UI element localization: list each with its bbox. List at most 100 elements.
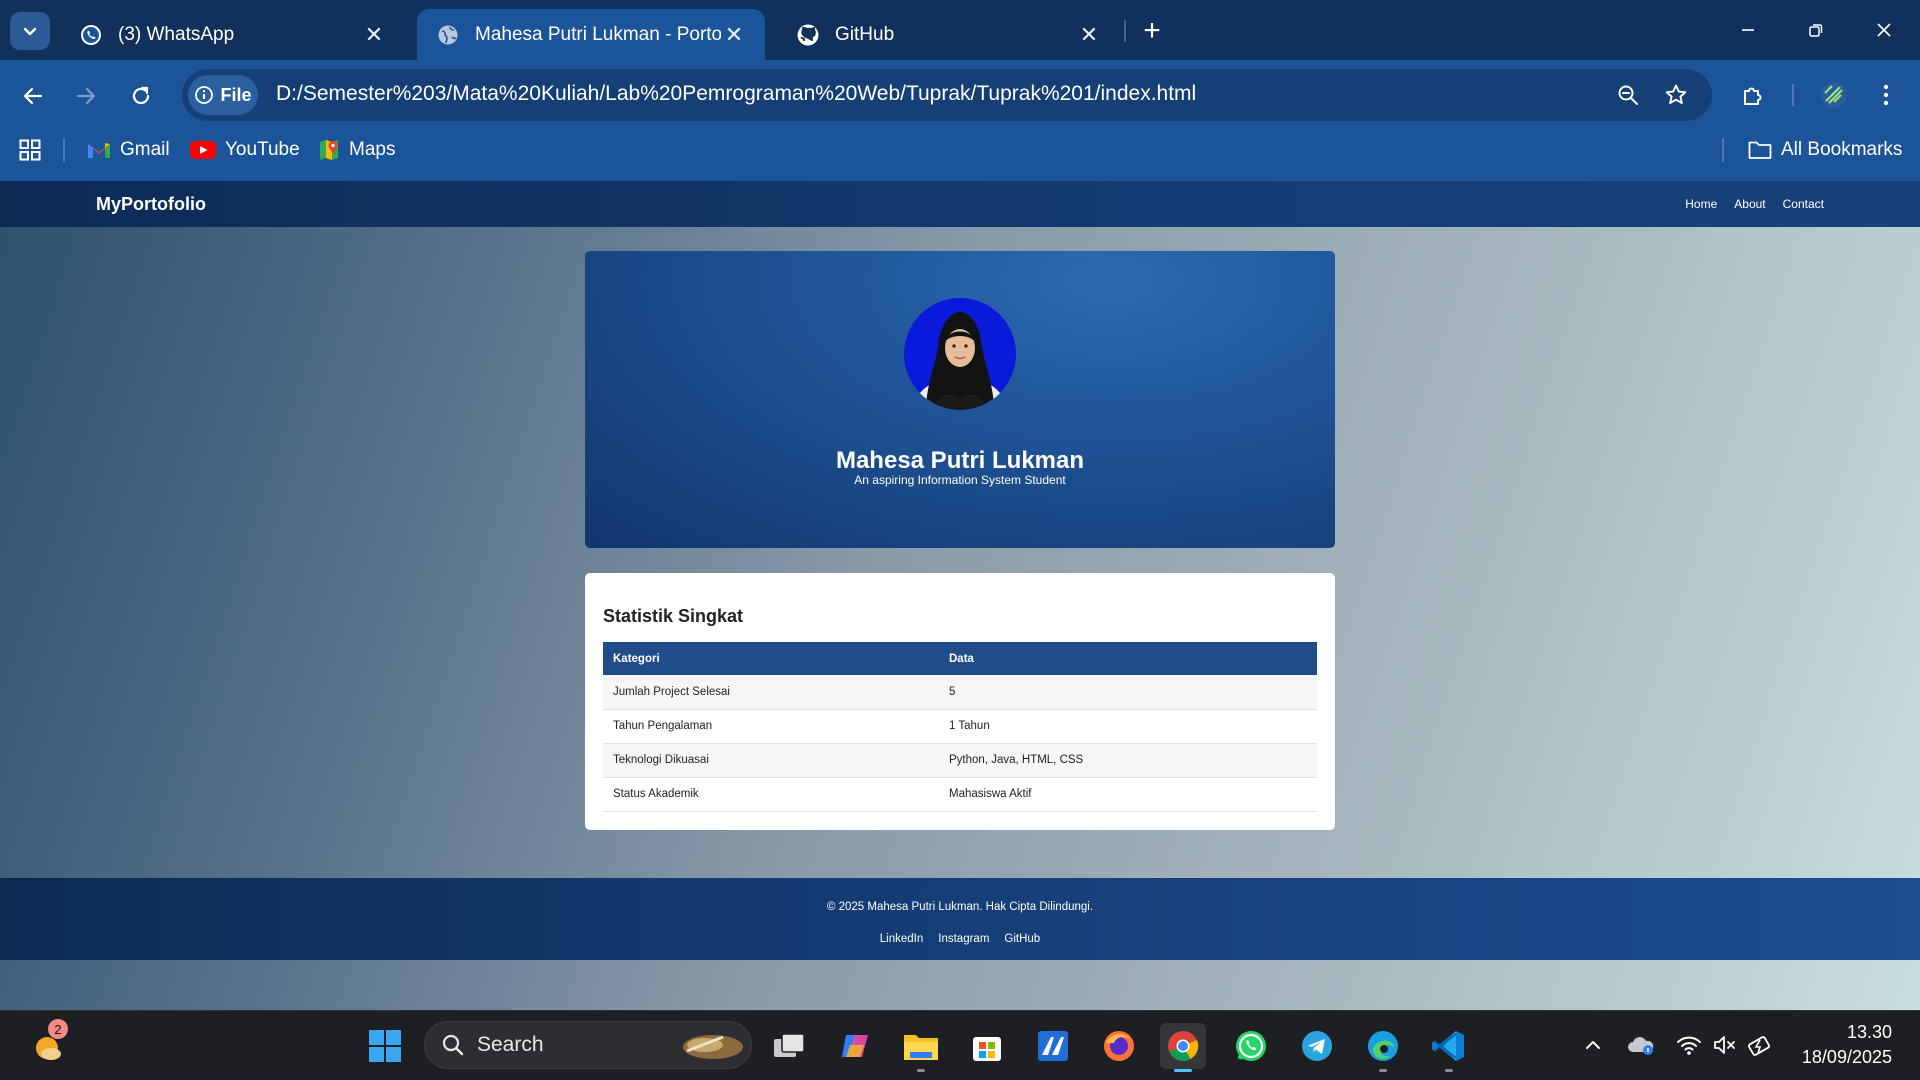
back-button[interactable] [13,76,53,116]
taskbar-vscode[interactable] [1426,1023,1472,1072]
site-brand[interactable]: MyPortofolio [96,194,206,215]
nav-link-about[interactable]: About [1734,197,1765,211]
close-tab-icon[interactable]: ✕ [721,22,747,48]
taskbar-whatsapp[interactable] [1228,1023,1274,1069]
volume-tray-button[interactable] [1710,1030,1740,1060]
kebab-menu-icon [1883,84,1889,106]
extensions-button[interactable] [1733,75,1773,115]
running-indicator [1379,1069,1387,1072]
minimize-button[interactable] [1720,10,1776,50]
taskbar-telegram[interactable] [1294,1023,1340,1069]
firefox-icon [1104,1031,1134,1061]
nav-link-contact[interactable]: Contact [1783,197,1824,211]
chevron-up-icon [1586,1041,1600,1049]
apps-button[interactable] [10,130,50,170]
plus-icon: + [1143,14,1161,47]
reload-button[interactable] [121,76,161,116]
table-row: Tahun Pengalaman 1 Tahun [603,709,1317,744]
all-bookmarks-button[interactable]: All Bookmarks [1748,134,1902,166]
taskbar-clock[interactable]: 13.30 18/09/2025 [1802,1020,1892,1070]
tab-search-button[interactable] [10,12,50,50]
task-view-icon [774,1033,805,1057]
table-cell: Status Akademik [603,777,939,812]
vscode-icon [1432,1031,1464,1061]
footer-link-linkedin[interactable]: LinkedIn [880,933,923,945]
taskbar-file-explorer[interactable] [898,1023,944,1072]
star-icon [1665,84,1687,105]
running-indicator [917,1069,925,1072]
nav-link-home[interactable]: Home [1685,197,1717,211]
taskbar-task-view[interactable] [766,1023,812,1069]
tab-title: (3) WhatsApp [118,23,235,45]
bookmark-maps[interactable]: Maps [318,134,395,166]
zoom-button[interactable] [1608,75,1648,115]
taskbar-app-blue[interactable] [1030,1023,1076,1069]
footer-link-github[interactable]: GitHub [1004,933,1040,945]
battery-tray-button[interactable] [1746,1030,1776,1060]
profile-button[interactable] [1814,75,1854,115]
footer-link-instagram[interactable]: Instagram [938,933,989,945]
show-hidden-icons-button[interactable] [1578,1030,1608,1060]
minimize-icon [1742,29,1754,31]
maps-icon [320,140,338,160]
taskbar-firefox[interactable] [1096,1023,1142,1069]
stats-table: Kategori Data Jumlah Project Selesai 5 T… [603,642,1317,812]
taskbar-chrome[interactable] [1160,1023,1206,1072]
new-tab-button[interactable]: + [1135,14,1169,48]
restore-button[interactable] [1788,10,1844,50]
gmail-icon [88,143,110,158]
wifi-tray-button[interactable] [1674,1030,1704,1060]
wifi-icon [1677,1036,1701,1055]
search-placeholder: Search [477,1033,544,1056]
table-cell: Teknologi Dikuasai [603,743,939,778]
table-cell: Tahun Pengalaman [603,709,939,744]
forward-button[interactable] [66,76,106,116]
restore-icon [1809,24,1823,37]
all-bookmarks-label: All Bookmarks [1781,139,1903,160]
site-info-button[interactable]: File [188,75,258,115]
table-row: Teknologi Dikuasai Python, Java, HTML, C… [603,743,1317,778]
weather-widget[interactable]: 2 [26,1019,72,1069]
bookmark-youtube[interactable]: YouTube [190,134,300,166]
windows-logo-icon [369,1030,401,1062]
start-button[interactable] [362,1023,408,1069]
search-highlight-icon [683,1035,743,1059]
taskbar-edge[interactable] [1360,1023,1406,1072]
running-indicator [1174,1069,1192,1072]
taskbar-store[interactable] [964,1023,1010,1069]
table-cell: 5 [939,675,1317,710]
taskbar-copilot[interactable] [832,1023,878,1069]
toolbar-divider [1792,84,1794,106]
profile-avatar-icon [1821,82,1847,108]
chevron-down-icon [23,27,37,36]
close-icon [1877,23,1891,37]
column-header-data: Data [939,642,1317,675]
onedrive-tray-button[interactable] [1626,1030,1656,1060]
close-tab-icon[interactable]: ✕ [1076,22,1102,48]
cloud-icon [1628,1037,1654,1055]
bookmark-gmail[interactable]: Gmail [87,134,170,166]
hero-subtitle: An aspiring Information System Student [854,473,1066,487]
taskbar-search[interactable]: Search [424,1021,752,1069]
search-icon [442,1034,464,1056]
tab-whatsapp[interactable]: (3) WhatsApp ✕ [60,9,405,60]
close-window-button[interactable] [1856,10,1912,50]
close-tab-icon[interactable]: ✕ [361,22,387,48]
tab-portfolio[interactable]: Mahesa Putri Lukman - Portofolio ✕ [417,9,765,60]
chrome-icon [1168,1031,1199,1061]
browser-menu-button[interactable] [1866,75,1906,115]
bookmark-star-button[interactable] [1656,75,1696,115]
bookmarks-divider [1722,138,1724,162]
tab-title: GitHub [835,23,895,45]
whatsapp-icon [1236,1031,1266,1061]
site-footer: © 2025 Mahesa Putri Lukman. Hak Cipta Di… [0,878,1920,960]
tab-github[interactable]: GitHub ✕ [777,9,1120,60]
reload-icon [132,86,150,105]
edge-icon [1368,1031,1398,1061]
table-cell: Jumlah Project Selesai [603,675,939,710]
url-text[interactable]: D:/Semester%203/Mata%20Kuliah/Lab%20Pemr… [276,82,1196,106]
zoom-out-icon [1618,85,1638,105]
arrow-right-icon [76,87,96,105]
hero-card: Mahesa Putri Lukman An aspiring Informat… [585,251,1335,548]
footer-copyright: © 2025 Mahesa Putri Lukman. Hak Cipta Di… [826,901,1094,913]
